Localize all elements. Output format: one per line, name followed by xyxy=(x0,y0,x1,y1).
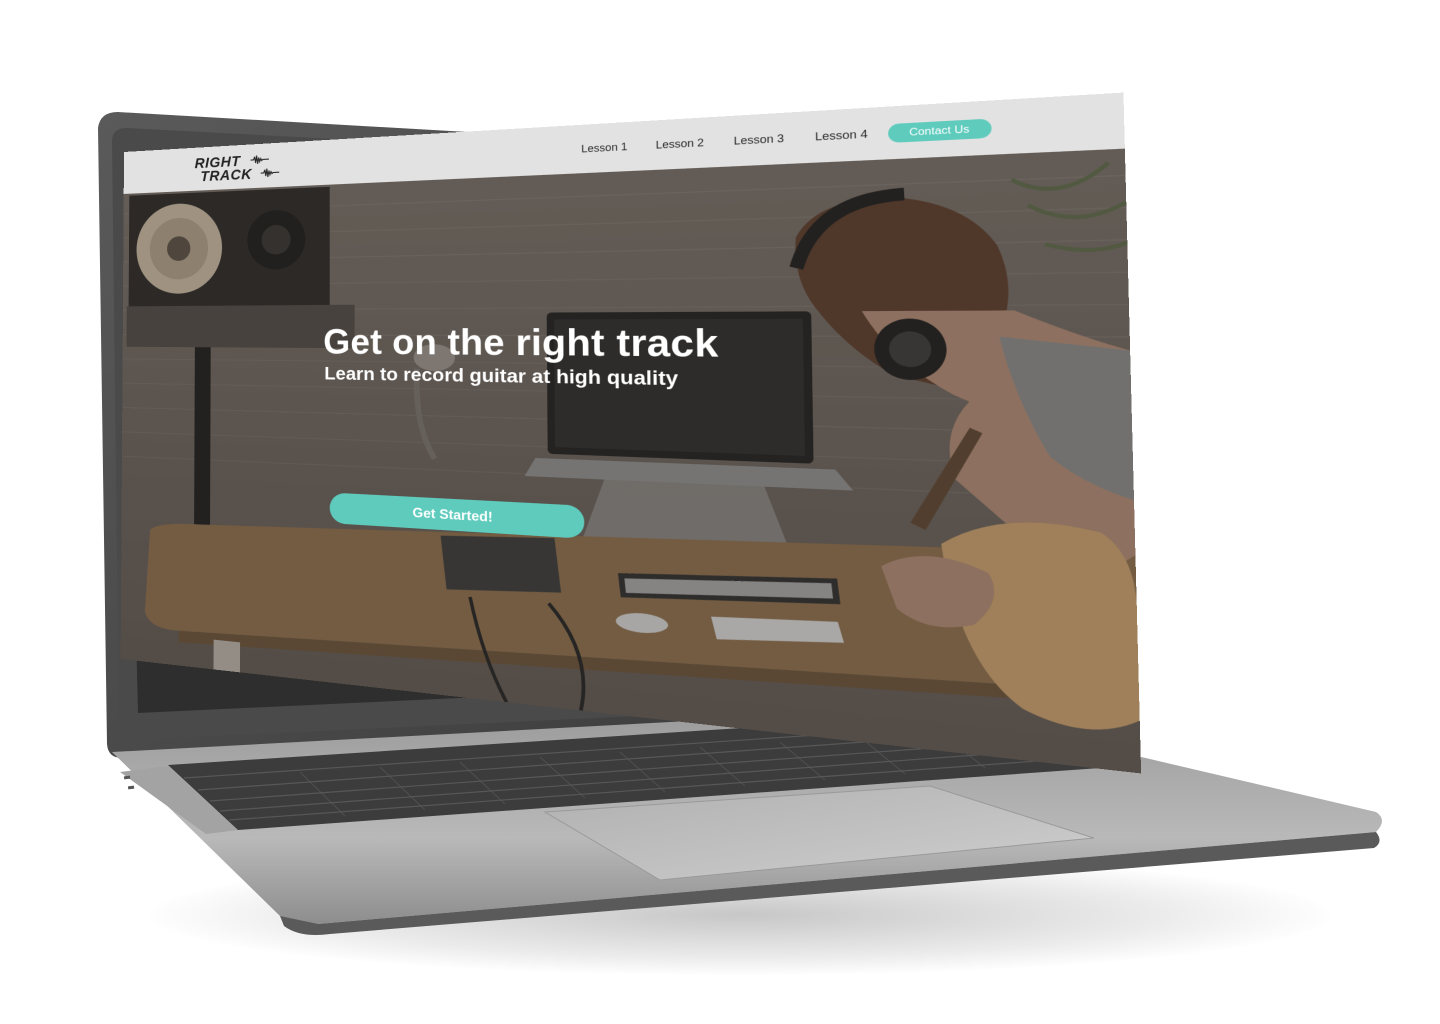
hero-title: Get on the right track xyxy=(323,321,719,366)
soundwave-icon xyxy=(251,154,269,165)
laptop-mockup-stage: RIGHT TRACK Lesson 1 Lesson 2 Lesson 3 L… xyxy=(0,0,1440,1024)
contact-us-button[interactable]: Contact Us xyxy=(887,118,992,143)
logo-text-line2: TRACK xyxy=(200,165,253,185)
nav-link-lesson-4[interactable]: Lesson 4 xyxy=(815,128,868,143)
soundwave-icon xyxy=(261,167,280,178)
nav-link-lesson-3[interactable]: Lesson 3 xyxy=(734,132,785,147)
nav-link-lesson-2[interactable]: Lesson 2 xyxy=(656,137,704,151)
right-track-logo[interactable]: RIGHT TRACK xyxy=(195,149,317,187)
nav-link-lesson-1[interactable]: Lesson 1 xyxy=(581,141,627,155)
laptop-screen: RIGHT TRACK Lesson 1 Lesson 2 Lesson 3 L… xyxy=(120,92,1142,774)
